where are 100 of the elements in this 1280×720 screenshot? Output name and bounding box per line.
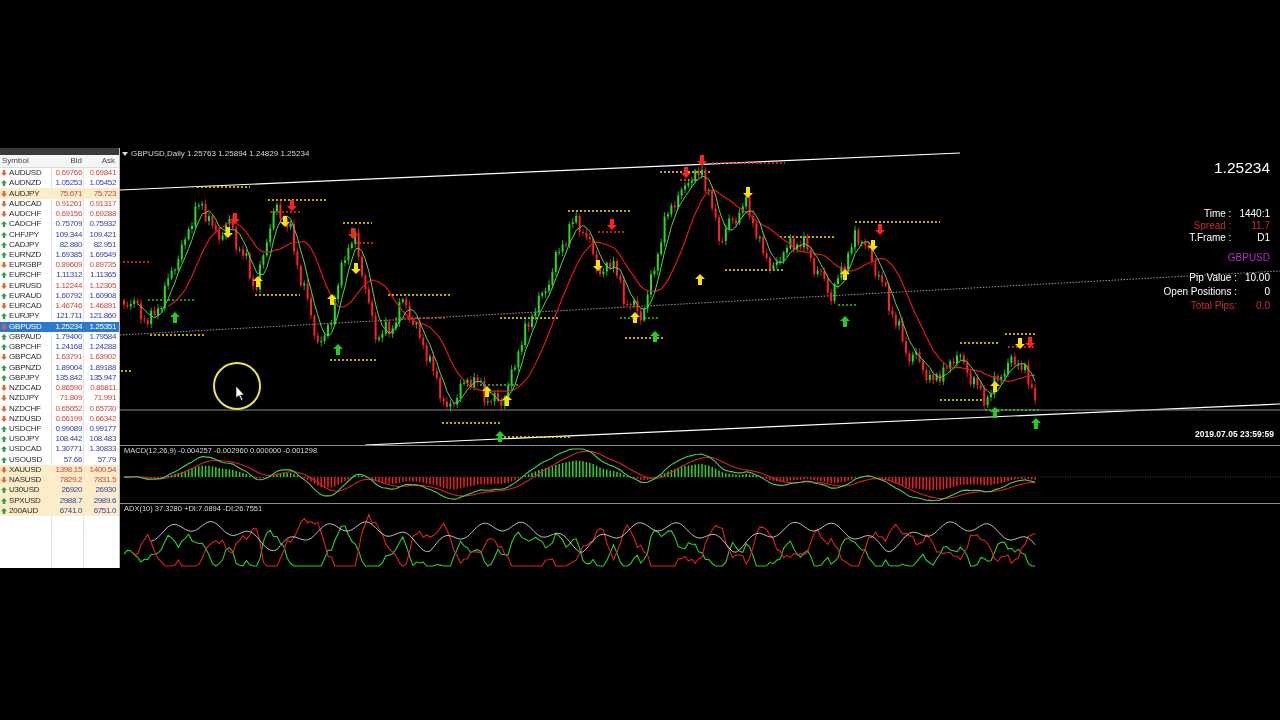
bid-price: 1.89004 [55, 363, 82, 372]
ask-price: 121.860 [89, 312, 116, 321]
symbol-text: AUDCHF [9, 209, 42, 219]
column-header[interactable]: Bid [70, 157, 82, 165]
dotted-level-line [120, 370, 132, 372]
dotted-level-line [354, 242, 376, 244]
watch-row[interactable]: NZDCHF 0.65652 0.65730 [0, 403, 119, 414]
symbol-text: AUDJPY [9, 188, 40, 198]
watch-row[interactable]: AUDCHF 0.69156 0.69288 [0, 208, 119, 220]
dotted-level-line [122, 261, 151, 263]
bid-price: 0.69766 [55, 169, 82, 178]
watch-row[interactable]: AUDJPY 75.671 75.723 [0, 188, 119, 199]
watch-row[interactable]: AUDCAD 0.91261 0.91317 [0, 198, 119, 209]
watch-row[interactable]: GBPNZD 1.89004 1.89188 [0, 362, 119, 373]
down-arrow-icon [1015, 338, 1025, 349]
watch-row[interactable]: EURAUD 1.60792 1.60908 [0, 290, 119, 302]
watch-row[interactable]: NZDUSD 0.66199 0.66342 [0, 413, 119, 424]
symbol-text: AUDCAD [9, 198, 42, 208]
ask-price: 2989.6 [93, 496, 116, 505]
info-value: 0.0 [1256, 301, 1270, 311]
watch-row[interactable]: EURUSD 1.12244 1.12305 [0, 280, 119, 291]
dotted-level-line [619, 317, 661, 319]
symbol-text: SPXUSD [9, 495, 41, 505]
up-arrow-icon [840, 269, 850, 280]
watch-row[interactable]: NZDJPY 71.809 71.991 [0, 393, 119, 404]
symbol-text: XAUUSD [9, 464, 42, 474]
watch-row[interactable]: SPXUSD 2988.7 2989.6 [0, 495, 119, 506]
down-arrow-icon [280, 216, 290, 227]
info-value: D1 [1257, 233, 1270, 243]
watch-row[interactable]: AUDUSD 0.69766 0.69841 [0, 168, 119, 179]
watch-row[interactable]: EURCAD 1.46746 1.46891 [0, 301, 119, 312]
dotted-level-line [479, 384, 521, 386]
dropdown-triangle-icon[interactable] [122, 152, 128, 156]
info-label: Time : [1204, 209, 1232, 219]
down-arrow-icon [223, 227, 233, 238]
watch-row[interactable]: GBPCHF 1.24168 1.24288 [0, 342, 119, 353]
bid-price: 1.69385 [55, 251, 82, 259]
ask-price: 0.69841 [89, 169, 116, 178]
ask-price: 1.63902 [89, 353, 116, 362]
bid-price: 0.86590 [55, 384, 82, 393]
watch-row[interactable]: USDJPY 108.442 108.483 [0, 434, 119, 445]
bid-price: 121.711 [56, 312, 82, 321]
watch-row[interactable]: USOUSD 57.66 57.79 [0, 454, 119, 465]
symbol-text: EURJPY [9, 311, 40, 321]
dotted-level-line [837, 304, 859, 306]
down-arrow-icon [607, 219, 617, 230]
watch-row[interactable]: CADCHF 0.75709 0.75932 [0, 219, 119, 230]
ask-price: 0.69288 [89, 210, 116, 219]
watch-row[interactable]: AUDNZD 1.05253 1.05452 [0, 178, 119, 189]
down-arrow-icon [287, 200, 297, 211]
watch-row[interactable]: EURNZD 1.69385 1.69549 [0, 249, 119, 261]
watch-row[interactable]: EURJPY 121.711 121.860 [0, 311, 119, 322]
watch-row[interactable]: GBPJPY 135.842 135.947 [0, 372, 119, 383]
ask-price: 1.25351 [89, 322, 116, 331]
watch-row[interactable]: USDCAD 1.30771 1.30833 [0, 444, 119, 455]
watch-row[interactable]: CADJPY 82.880 82.951 [0, 239, 119, 250]
ask-price: 1.69549 [89, 251, 116, 259]
dotted-level-line [624, 337, 666, 339]
symbol-text: EURAUD [9, 290, 42, 300]
cursor-highlight-icon [213, 362, 261, 410]
symbol-text: USDCHF [9, 423, 42, 433]
watch-row[interactable]: XAUUSD 1398.15 1400.54 [0, 464, 119, 476]
ask-price: 1.79584 [89, 332, 116, 341]
ask-price: 1400.54 [89, 465, 116, 474]
chart-timestamp: 2019.07.05 23:59:59 [1195, 429, 1274, 438]
ask-price: 7831.5 [93, 476, 116, 485]
bid-price: 1.60792 [55, 291, 82, 300]
symbol-text: AUDUSD [9, 168, 42, 178]
column-header[interactable]: Symbol [2, 156, 29, 165]
bid-price: 1.79400 [55, 332, 82, 341]
symbol-text: NZDCHF [9, 403, 41, 413]
up-arrow-icon [1031, 418, 1041, 429]
watch-row[interactable]: GBPUSD 1.25234 1.25351 [0, 321, 119, 332]
watch-row[interactable]: U30USD 26920 26930 [0, 485, 119, 496]
info-value: 11.7 [1251, 221, 1270, 231]
watch-row[interactable]: 200AUD 6741.0 6751.0 [0, 505, 119, 516]
watch-row[interactable]: EURCHF 1.11312 1.11365 [0, 270, 119, 281]
ask-price: 0.65730 [89, 404, 116, 413]
watch-row[interactable]: USDCHF 0.99089 0.99177 [0, 423, 119, 435]
up-arrow-icon [333, 344, 343, 355]
watch-row[interactable]: EURGBP 0.89609 0.89735 [0, 260, 119, 271]
up-arrow-icon [990, 407, 1000, 418]
ask-price: 82.951 [93, 240, 116, 249]
watch-row[interactable]: GBPAUD 1.79400 1.79584 [0, 331, 119, 342]
up-arrow-icon [990, 381, 1000, 392]
bid-price: 1.05253 [55, 179, 82, 188]
ask-price: 1.05452 [89, 179, 116, 188]
watch-row[interactable]: GBPCAD 1.63791 1.63902 [0, 352, 119, 363]
symbol-text: CHFJPY [9, 229, 39, 239]
watch-row[interactable]: CHFJPY 109.344 109.421 [0, 229, 119, 240]
watch-row[interactable]: NASUSD 7829.2 7831.5 [0, 475, 119, 486]
dotted-level-line [724, 269, 786, 271]
dotted-level-line [441, 422, 501, 424]
ask-price: 109.421 [89, 230, 116, 239]
bid-price: 0.65652 [55, 404, 82, 413]
column-header[interactable]: Ask [101, 157, 115, 165]
up-arrow-icon [630, 312, 640, 323]
watch-row[interactable]: NZDCAD 0.86590 0.86811 [0, 382, 119, 394]
dotted-level-line [149, 334, 206, 336]
down-arrow-icon [743, 187, 753, 198]
